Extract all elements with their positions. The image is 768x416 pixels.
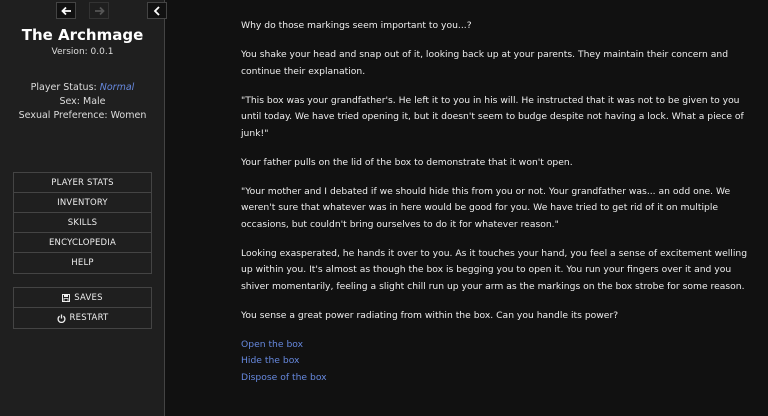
system-menu: SAVES RESTART	[13, 287, 152, 329]
story-passage: Why do those markings seem important to …	[241, 18, 756, 386]
player-status: Player Status: Normal	[0, 82, 165, 93]
saves-button[interactable]: SAVES	[14, 288, 151, 308]
sidebar: The Archmage Version: 0.0.1 Player Statu…	[0, 0, 167, 416]
restart-label: RESTART	[69, 313, 109, 323]
choice-hide-box[interactable]: Hide the box	[241, 353, 756, 370]
choice-dispose-box[interactable]: Dispose of the box	[241, 370, 756, 387]
passage-paragraph: You sense a great power radiating from w…	[241, 309, 619, 321]
menu-skills[interactable]: SKILLS	[14, 213, 151, 233]
passage-paragraph: "This box was your grandfather's. He lef…	[241, 94, 744, 139]
menu-encyclopedia[interactable]: ENCYCLOPEDIA	[14, 233, 151, 253]
passage-paragraph: Looking exasperated, he hands it over to…	[241, 247, 748, 292]
save-icon	[62, 293, 71, 302]
story-title: The Archmage	[21, 26, 144, 44]
player-status-label: Player Status:	[30, 82, 97, 93]
chevron-left-icon	[153, 5, 160, 16]
choice-list: Open the box Hide the box Dispose of the…	[241, 337, 756, 387]
history-forward-button[interactable]	[89, 2, 109, 19]
arrow-left-icon	[60, 6, 71, 15]
player-sex: Sex: Male	[59, 96, 106, 107]
arrow-right-icon	[94, 6, 105, 15]
story-version: Version: 0.0.1	[51, 47, 114, 57]
menu-help[interactable]: HELP	[14, 253, 151, 273]
story-menu: PLAYER STATS INVENTORY SKILLS ENCYCLOPED…	[13, 172, 152, 274]
player-status-value: Normal	[99, 82, 135, 93]
passage-paragraph: "Your mother and I debated if we should …	[241, 185, 731, 230]
player-preference: Sexual Preference: Women	[18, 110, 147, 121]
history-back-button[interactable]	[56, 2, 76, 19]
saves-label: SAVES	[74, 292, 103, 303]
passage-paragraph: You shake your head and snap out of it, …	[241, 49, 729, 77]
sidebar-toggle-button[interactable]	[147, 2, 167, 19]
restart-button[interactable]: RESTART	[14, 308, 151, 328]
menu-player-stats[interactable]: PLAYER STATS	[14, 173, 151, 193]
passage-paragraph: Why do those markings seem important to …	[241, 20, 472, 31]
choice-open-box[interactable]: Open the box	[241, 337, 756, 354]
passage-paragraph: Your father pulls on the lid of the box …	[241, 156, 573, 168]
power-icon	[57, 314, 66, 323]
menu-inventory[interactable]: INVENTORY	[14, 193, 151, 213]
